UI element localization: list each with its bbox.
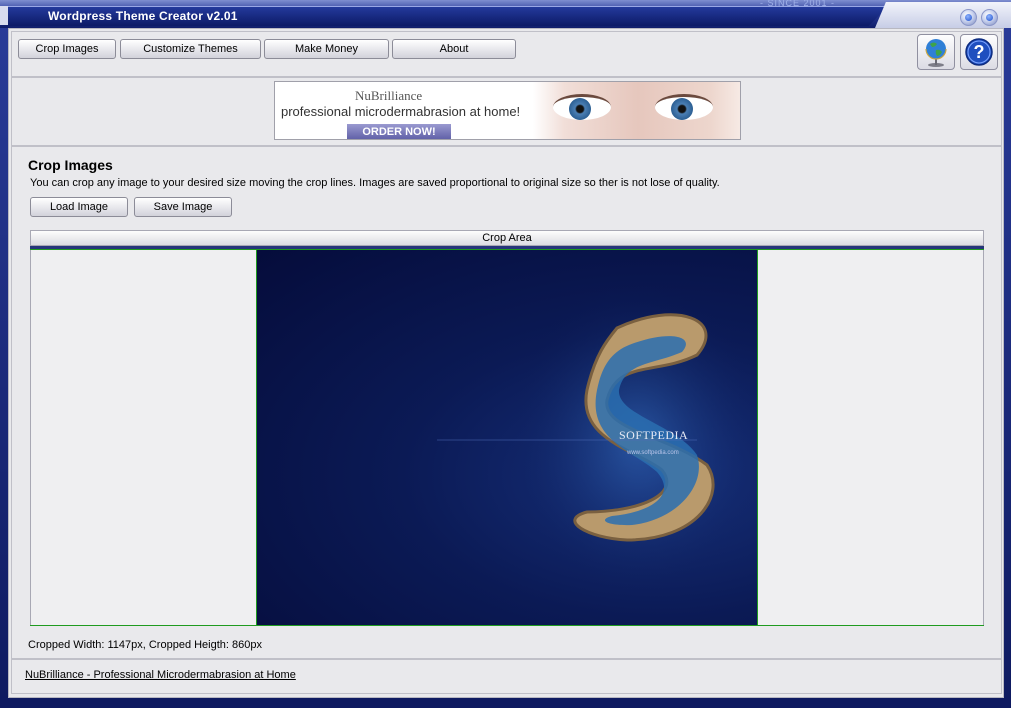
ad-tagline: professional microdermabrasion at home!	[281, 104, 521, 119]
since-text: - SINCE 2001 -	[760, 0, 836, 8]
ad-eyes-image	[533, 82, 740, 139]
footer-link[interactable]: NuBrilliance - Professional Microdermabr…	[25, 669, 296, 681]
app-window: Wordpress Theme Creator v2.01 - SINCE 20…	[0, 0, 1011, 708]
help-icon: ?	[965, 38, 993, 66]
page-title: Crop Images	[28, 157, 113, 173]
globe-button[interactable]	[917, 34, 955, 70]
help-button[interactable]: ?	[960, 34, 998, 70]
globe-icon	[925, 39, 947, 67]
title-bar[interactable]: Wordpress Theme Creator v2.01 - SINCE 20…	[0, 0, 1011, 28]
ad-eye-left	[553, 94, 611, 120]
image-url-text: www.softpedia.com	[627, 450, 679, 456]
ad-brand: NuBrilliance	[355, 88, 423, 103]
customize-themes-button[interactable]: Customize Themes	[120, 39, 261, 59]
close-button[interactable]	[981, 9, 998, 26]
crop-description: You can crop any image to your desired s…	[30, 177, 720, 189]
crop-area-header: Crop Area	[30, 230, 984, 246]
crop-status: Cropped Width: 1147px, Cropped Heigth: 8…	[28, 639, 262, 651]
ad-order-button[interactable]: ORDER NOW!	[347, 124, 451, 139]
crop-images-button[interactable]: Crop Images	[18, 39, 116, 59]
about-button[interactable]: About	[392, 39, 516, 59]
svg-text:?: ?	[974, 42, 985, 62]
window-title: Wordpress Theme Creator v2.01	[48, 9, 238, 23]
loaded-image[interactable]: SOFTPEDIA www.softpedia.com	[256, 250, 758, 625]
title-accent	[0, 6, 8, 25]
make-money-button[interactable]: Make Money	[264, 39, 389, 59]
load-image-button[interactable]: Load Image	[30, 197, 128, 217]
crop-line-bottom[interactable]	[30, 625, 984, 626]
ad-eye-right	[655, 94, 713, 120]
save-image-button[interactable]: Save Image	[134, 197, 232, 217]
crop-line-top[interactable]	[30, 249, 984, 250]
ad-banner[interactable]: NuBrilliance professional microdermabras…	[274, 81, 741, 140]
minimize-button[interactable]	[960, 9, 977, 26]
image-watermark: SOFTPEDIA	[619, 428, 689, 442]
